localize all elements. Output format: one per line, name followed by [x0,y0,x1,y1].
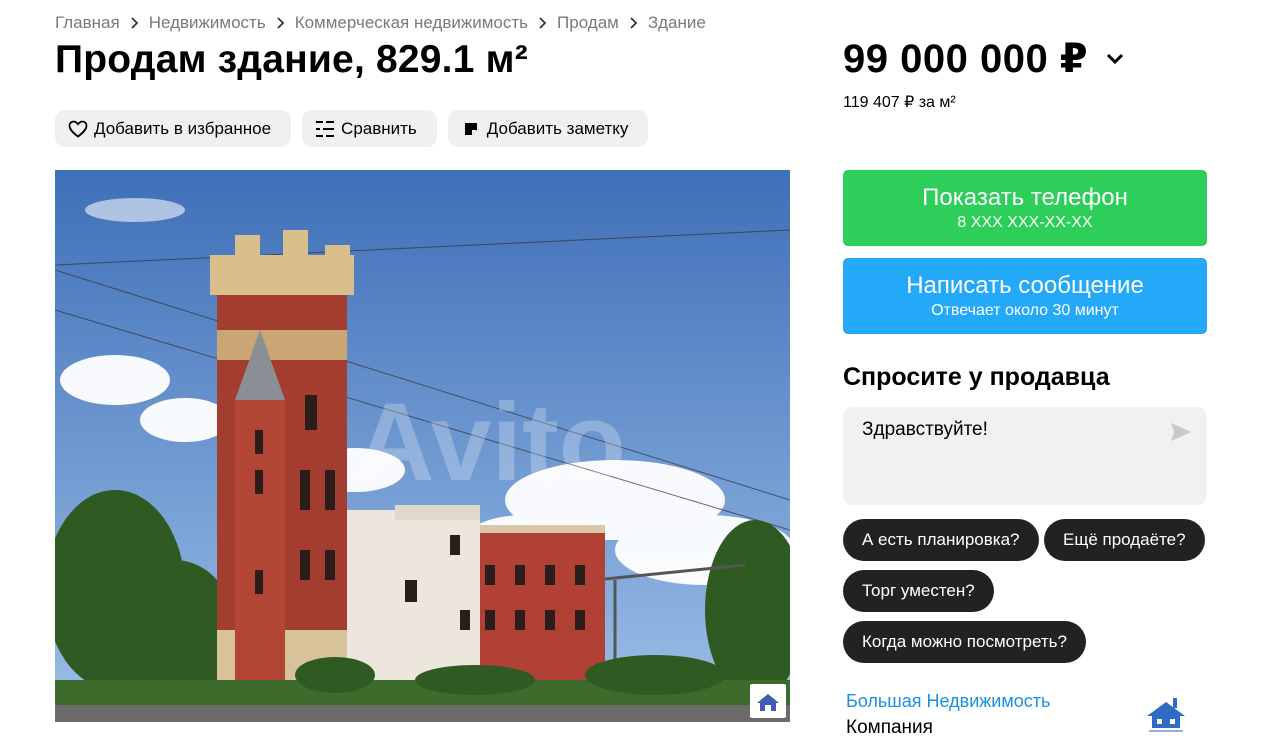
add-note-label: Добавить заметку [486,118,629,138]
note-icon [460,118,482,140]
chevron-down-icon[interactable] [1106,53,1124,65]
ask-seller-input[interactable]: Здравствуйте! [843,407,1207,505]
quick-question-chip[interactable]: Торг уместен? [843,570,994,612]
breadcrumb-realty[interactable]: Недвижимость [149,13,266,33]
breadcrumb-commercial[interactable]: Коммерческая недвижимость [295,13,528,33]
write-message-button[interactable]: Написать сообщение Отвечает около 30 мин… [843,258,1207,334]
price-per-m2: 119 407 ₽ за м² [843,94,956,111]
seller-logo-icon[interactable] [1140,690,1192,738]
add-to-favorites-button[interactable]: Добавить в избранное [55,110,292,147]
chevron-right-icon [276,17,285,29]
compare-icon [314,118,336,140]
ask-seller-text: Здравствуйте! [862,419,988,440]
seller-type: Компания [846,717,933,738]
quick-question-chip[interactable]: А есть планировка? [843,519,1039,561]
ask-seller-title: Спросите у продавца [843,363,1110,391]
breadcrumb-building[interactable]: Здание [648,13,706,33]
price-value: 99 000 000 ₽ [843,37,1089,81]
quick-question-chip[interactable]: Когда можно посмотреть? [843,621,1086,663]
seller-name-link[interactable]: Большая Недвижимость [846,691,1050,712]
breadcrumb-sell[interactable]: Продам [557,13,619,33]
response-time: Отвечает около 30 минут [931,301,1119,319]
phone-mask: 8 XXX XXX-XX-XX [957,213,1093,231]
chevron-right-icon [629,17,638,29]
chevron-right-icon [130,17,139,29]
heart-icon [67,118,89,140]
show-phone-label: Показать телефон [922,183,1128,211]
price: 99 000 000 ₽ [843,36,1124,82]
show-phone-button[interactable]: Показать телефон 8 XXX XXX-XX-XX [843,170,1207,246]
add-to-favorites-label: Добавить в избранное [94,118,272,138]
compare-button[interactable]: Сравнить [302,110,437,147]
listing-actions: Добавить в избранное Сравнить Добавить з… [55,110,649,147]
page-title: Продам здание, 829.1 м² [55,38,528,81]
send-icon[interactable] [1169,420,1193,444]
add-note-button[interactable]: Добавить заметку [447,110,649,147]
breadcrumb-home[interactable]: Главная [55,13,120,33]
avito-watermark: Avito [355,381,626,504]
write-message-label: Написать сообщение [906,271,1144,299]
compare-label: Сравнить [341,118,417,138]
quick-question-chip[interactable]: Ещё продаёте? [1044,519,1205,561]
chevron-right-icon [538,17,547,29]
breadcrumb: Главная Недвижимость Коммерческая недвиж… [55,13,706,33]
company-logo-icon [750,684,786,718]
listing-photo[interactable]: Avito [55,170,790,722]
